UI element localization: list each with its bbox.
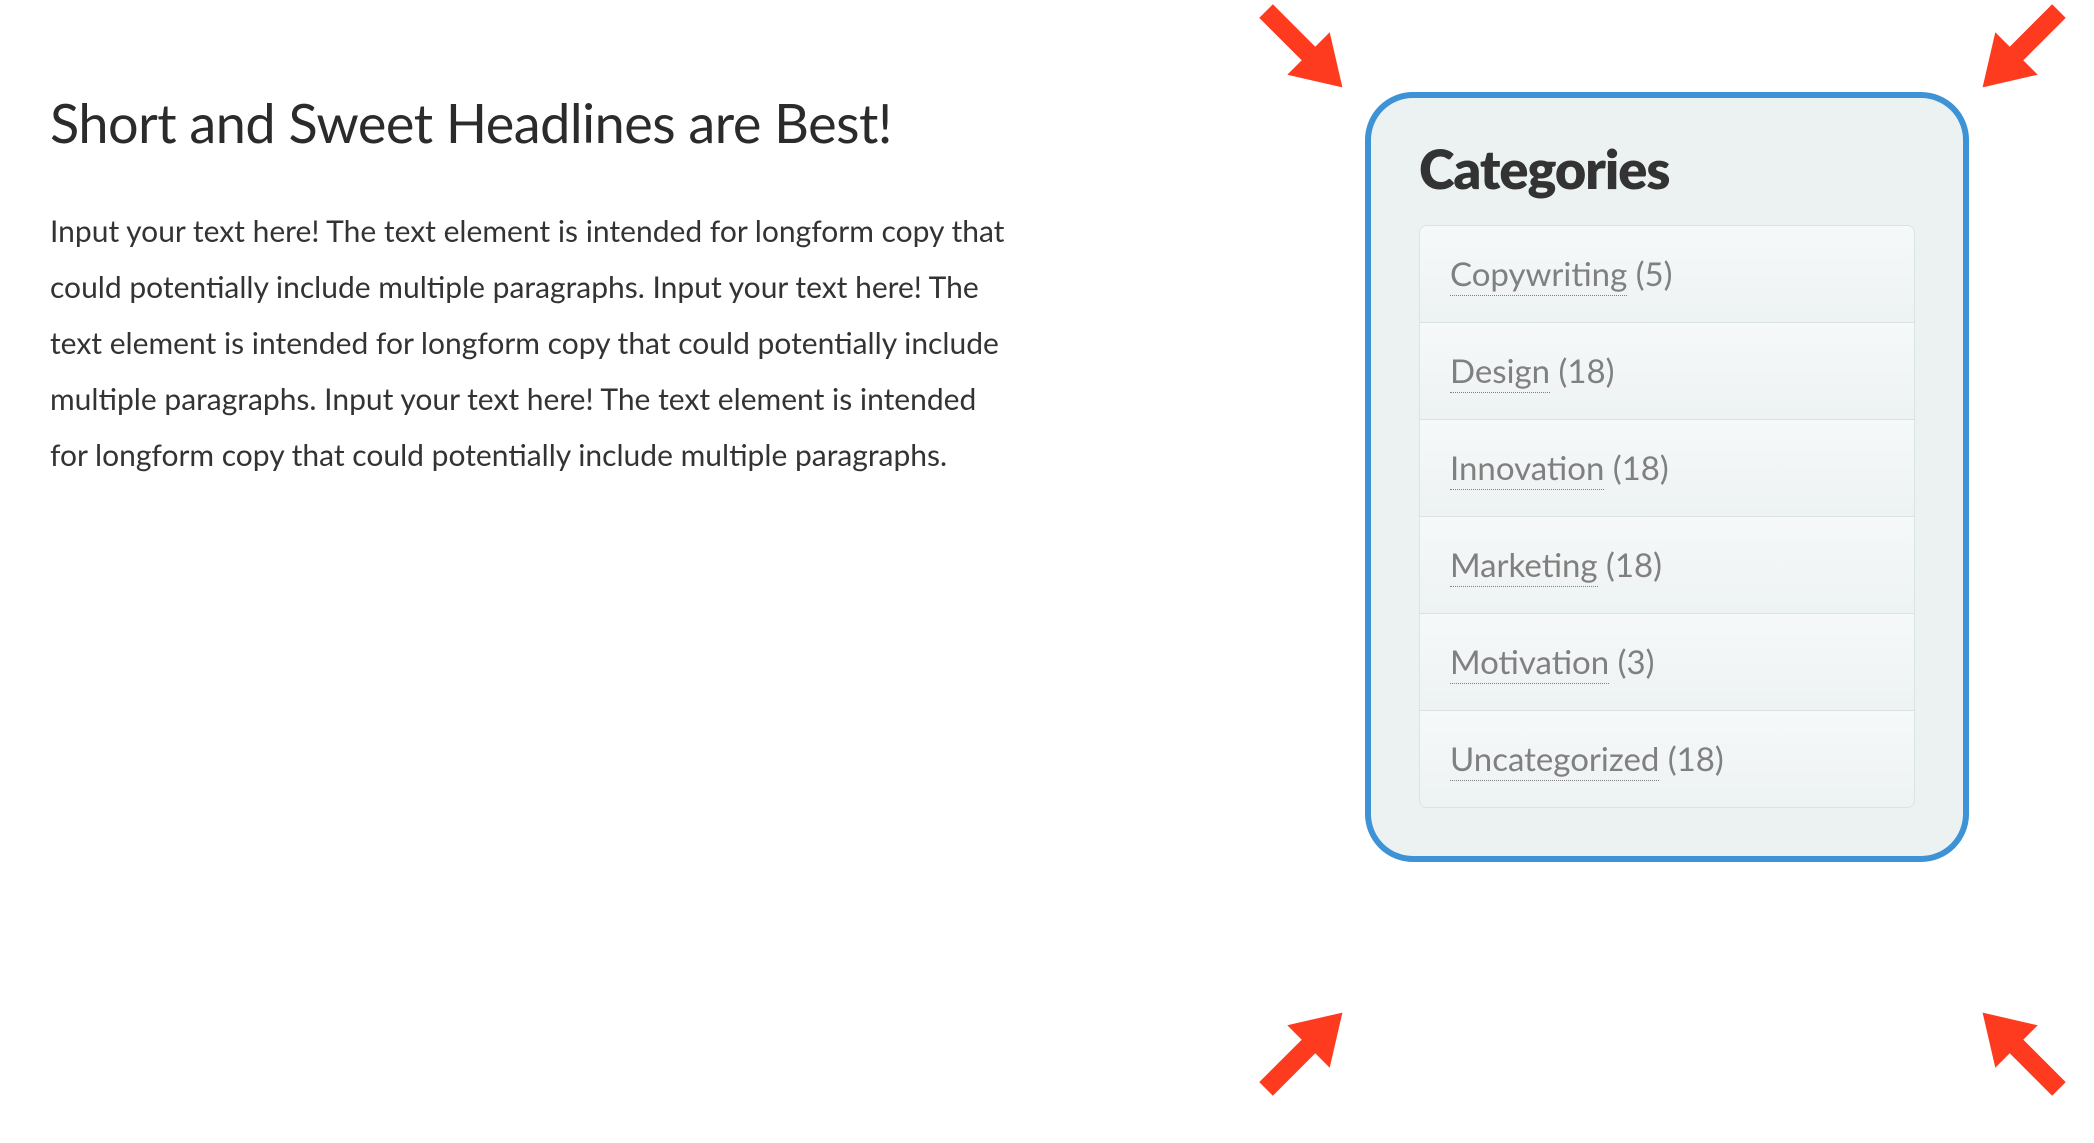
category-count: (18) — [1668, 739, 1724, 779]
sidebar-wrapper: Categories Copywriting (5) Design (18) I… — [1365, 92, 1969, 1012]
category-item-copywriting[interactable]: Copywriting (5) — [1420, 226, 1914, 323]
category-name: Uncategorized — [1450, 739, 1659, 781]
category-count: (18) — [1606, 545, 1662, 585]
page-headline: Short and Sweet Headlines are Best! — [50, 90, 1010, 155]
annotation-arrow-icon — [1215, 970, 1385, 1140]
category-name: Marketing — [1450, 545, 1598, 587]
category-name: Motivation — [1450, 642, 1609, 684]
category-item-innovation[interactable]: Innovation (18) — [1420, 420, 1914, 517]
category-name: Design — [1450, 351, 1550, 393]
category-count: (18) — [1559, 351, 1615, 391]
category-item-design[interactable]: Design (18) — [1420, 323, 1914, 420]
categories-widget: Categories Copywriting (5) Design (18) I… — [1365, 92, 1969, 862]
main-content: Short and Sweet Headlines are Best! Inpu… — [50, 90, 1010, 483]
category-name: Copywriting — [1450, 254, 1627, 296]
category-count: (3) — [1618, 642, 1655, 682]
categories-list: Copywriting (5) Design (18) Innovation (… — [1419, 225, 1915, 808]
annotation-arrow-icon — [1215, 0, 1385, 130]
body-paragraph: Input your text here! The text element i… — [50, 203, 1010, 483]
category-item-marketing[interactable]: Marketing (18) — [1420, 517, 1914, 614]
category-name: Innovation — [1450, 448, 1604, 490]
category-count: (18) — [1613, 448, 1669, 488]
categories-title: Categories — [1419, 136, 1915, 201]
category-count: (5) — [1636, 254, 1673, 294]
category-item-motivation[interactable]: Motivation (3) — [1420, 614, 1914, 711]
category-item-uncategorized[interactable]: Uncategorized (18) — [1420, 711, 1914, 807]
